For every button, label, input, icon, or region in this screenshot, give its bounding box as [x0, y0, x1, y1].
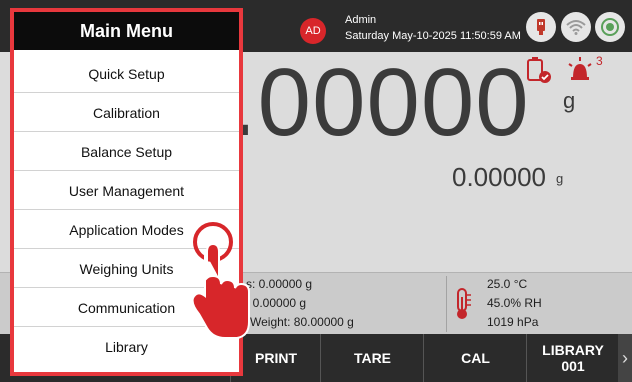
library-button[interactable]: LIBRARY 001	[526, 334, 619, 382]
menu-item-quick-setup[interactable]: Quick Setup	[14, 55, 239, 93]
tare-label: TARE	[353, 350, 392, 366]
info-divider	[446, 276, 447, 332]
cal-button[interactable]: CAL	[423, 334, 527, 382]
menu-item-balance-setup[interactable]: Balance Setup	[14, 133, 239, 171]
stat-line: : 0.00000 g	[246, 296, 307, 310]
stat-line: -Weight: 80.00000 g	[246, 315, 354, 329]
humidity-value: 45.0% RH	[487, 296, 542, 310]
secondary-weight-unit: g	[556, 171, 564, 186]
usb-icon[interactable]	[526, 12, 556, 42]
menu-item-user-management[interactable]: User Management	[14, 172, 239, 210]
secondary-weight-value: 0.00000	[452, 162, 546, 192]
print-label: PRINT	[255, 350, 297, 366]
library-number: 001	[561, 358, 585, 374]
power-icon[interactable]	[595, 12, 625, 42]
tap-hand-icon	[183, 218, 253, 353]
thermometer-icon	[451, 287, 473, 326]
user-avatar[interactable]: AD	[300, 18, 326, 44]
wifi-icon[interactable]	[561, 12, 591, 42]
weight-value: .00000	[230, 49, 530, 156]
stat-line: s: 0.00000 g	[246, 277, 313, 291]
cal-label: CAL	[461, 350, 490, 366]
balance-screen: AD Admin Saturday May-10-2025 11:50:59 A…	[0, 0, 632, 382]
date-time: Saturday May-10-2025 11:50:59 AM	[345, 30, 521, 42]
main-menu-title: Main Menu	[14, 12, 239, 50]
tare-button[interactable]: TARE	[320, 334, 424, 382]
next-arrow-icon[interactable]: ›	[618, 334, 632, 382]
temperature-value: 25.0 °C	[487, 277, 528, 291]
alarm-count: 3	[596, 54, 603, 68]
library-label: LIBRARY	[542, 342, 604, 358]
menu-item-calibration[interactable]: Calibration	[14, 94, 239, 132]
pressure-value: 1019 hPa	[487, 315, 539, 329]
alarm-icon[interactable]	[566, 56, 594, 87]
weight-unit: g	[563, 88, 576, 113]
user-name: Admin	[345, 14, 377, 26]
